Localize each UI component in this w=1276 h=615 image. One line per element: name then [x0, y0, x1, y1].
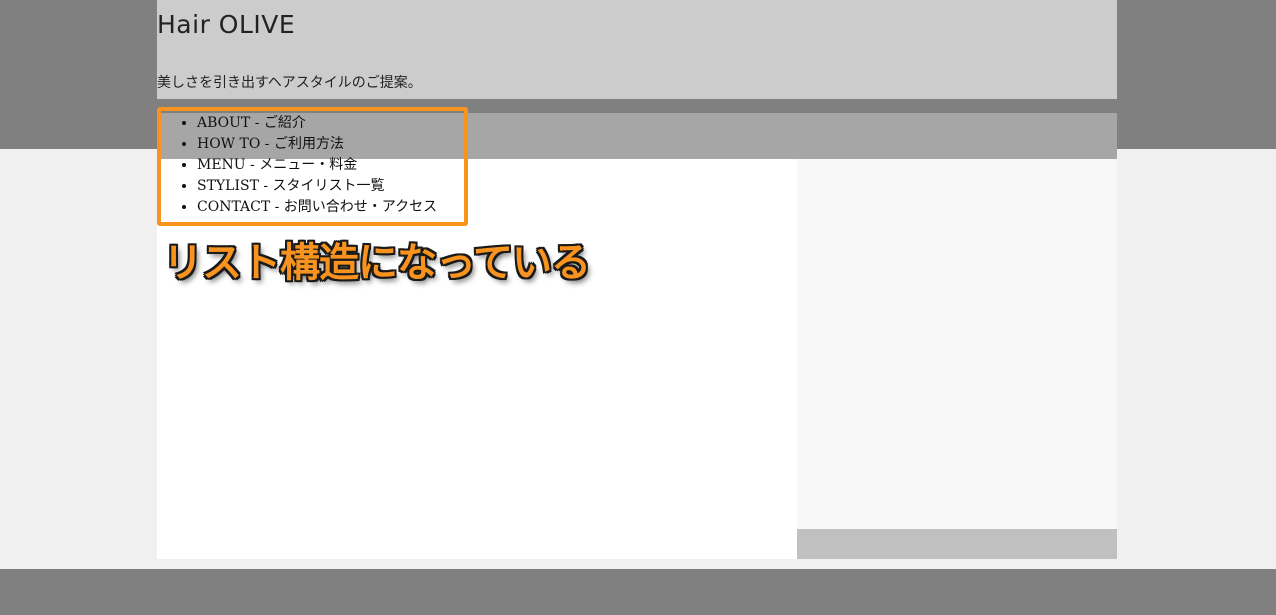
footer-band: [0, 569, 1276, 615]
sidebar: [797, 159, 1117, 529]
site-tagline: 美しさを引き出すヘアスタイルのご提案。: [157, 75, 422, 91]
sidebar-footer: [797, 529, 1117, 559]
site-header: Hair OLIVE 美しさを引き出すヘアスタイルのご提案。: [157, 0, 1117, 99]
annotation-caption: リスト構造になっている: [163, 240, 591, 286]
site-title[interactable]: Hair OLIVE: [157, 10, 295, 39]
annotation-highlight-box: [157, 107, 468, 226]
